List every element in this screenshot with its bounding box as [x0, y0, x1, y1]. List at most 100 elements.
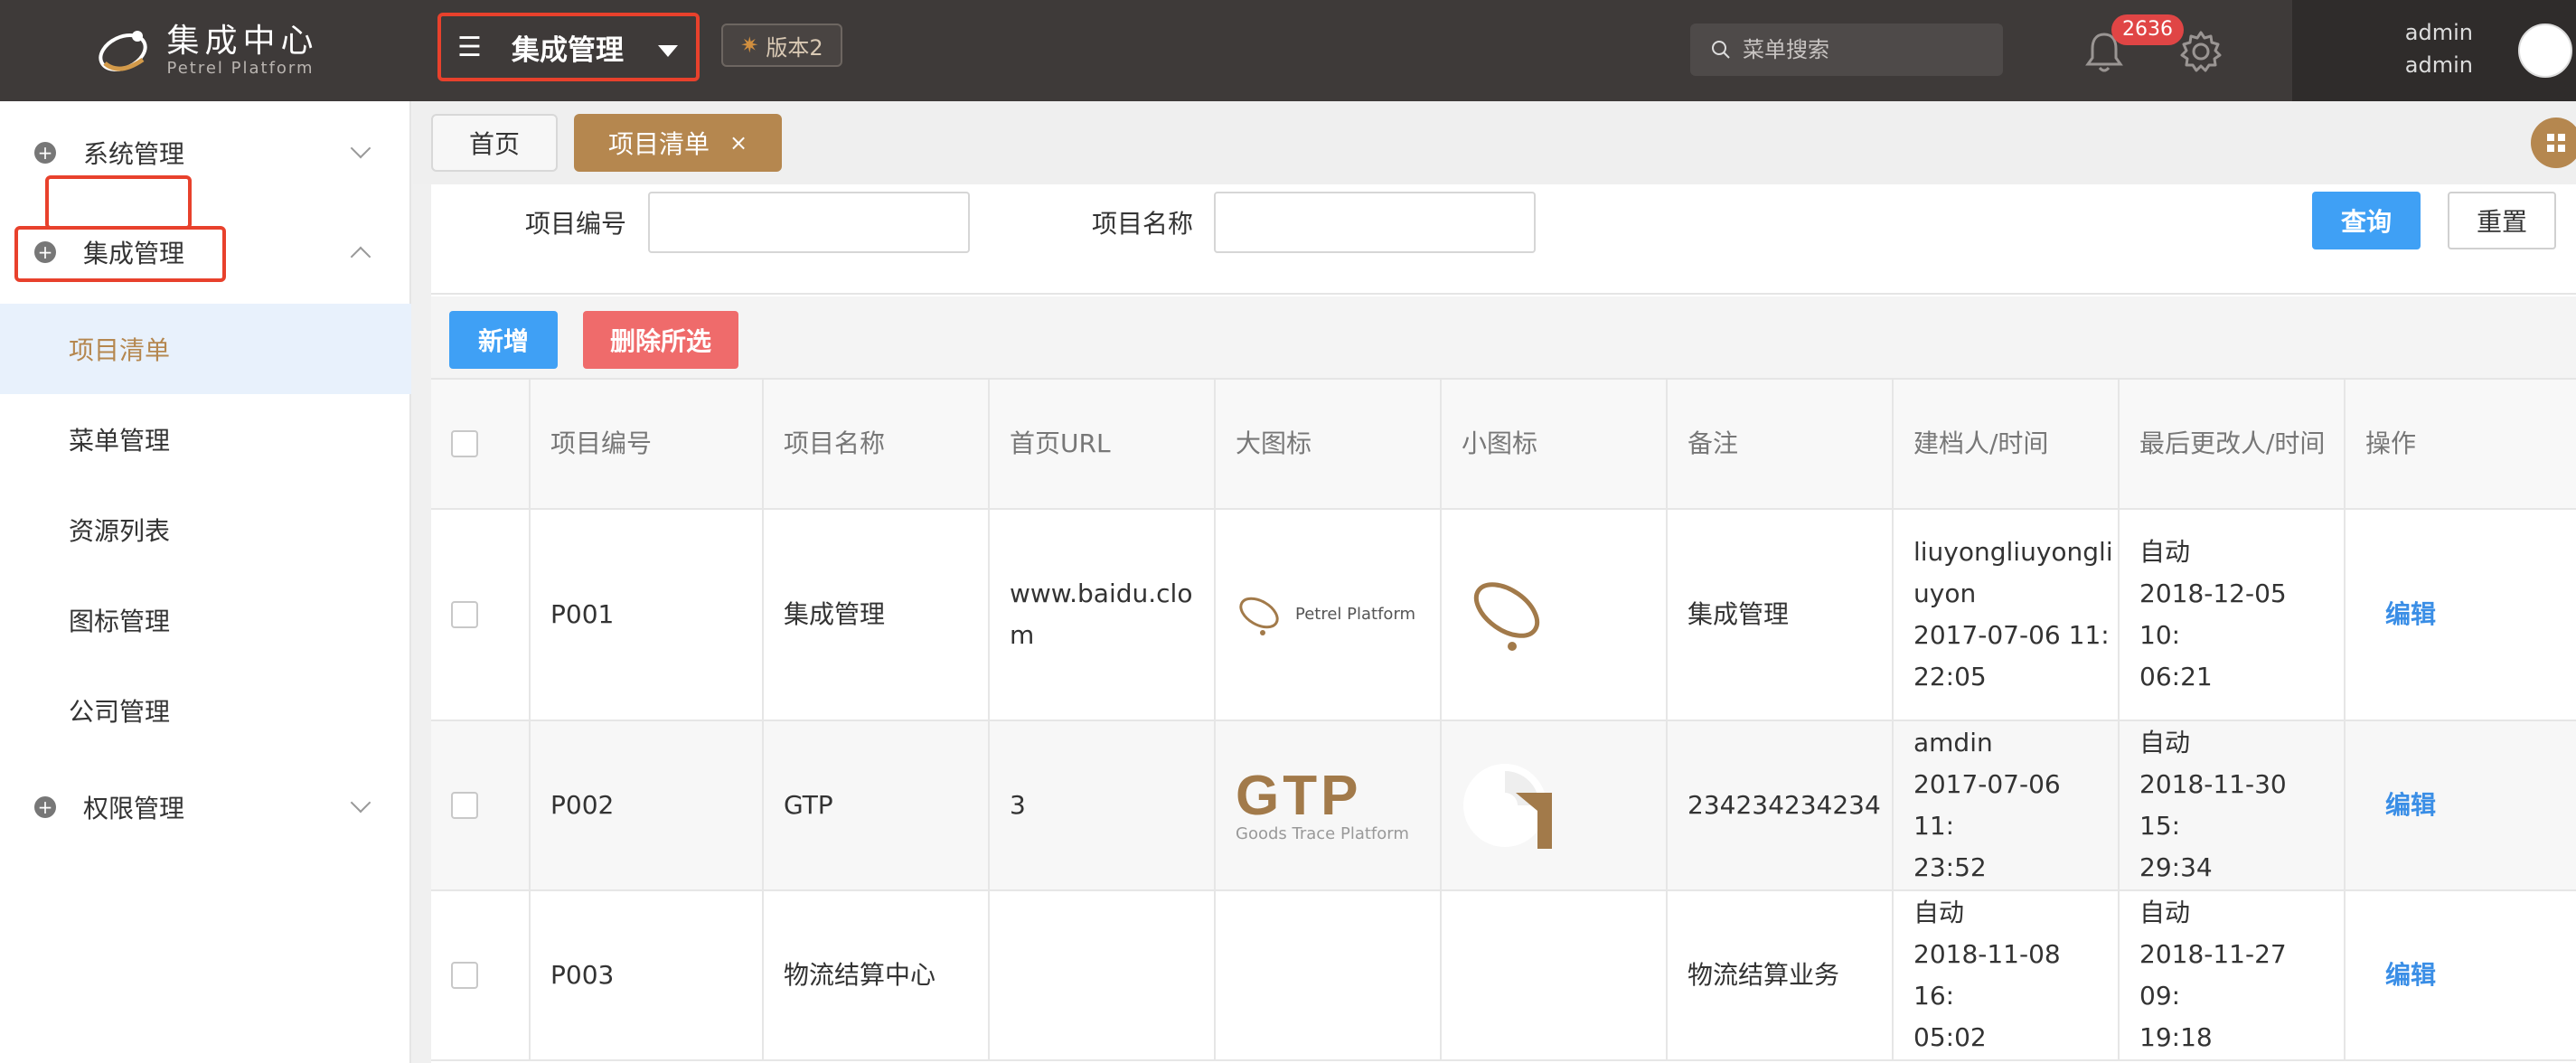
user-role: admin [2404, 52, 2473, 78]
cell-created: 自动 2018-11-08 16: 05:02 [1894, 891, 2120, 1059]
version-badge[interactable]: ✷ 版本2 [721, 24, 842, 67]
cell-url: www.baidu.clo m [990, 510, 1216, 720]
header-cell: 大图标 [1216, 380, 1442, 508]
avatar[interactable] [2518, 24, 2572, 78]
system-switcher[interactable]: ☰ 集成管理 [437, 13, 700, 81]
sidebar-item-menu[interactable]: 菜单管理 [0, 394, 411, 484]
header-cell: 小图标 [1442, 380, 1668, 508]
large-icon-subtext: Goods Trace Platform [1236, 824, 1409, 843]
gear-icon[interactable] [2178, 29, 2223, 74]
menu-list-icon: ☰ [457, 31, 482, 63]
cell-action: 编辑 [2346, 510, 2576, 720]
cell-small-icon [1442, 891, 1668, 1059]
edit-link[interactable]: 编辑 [2385, 594, 2436, 635]
cell-code: P002 [531, 721, 764, 889]
gtp-logo: GTP Goods Trace Platform [1236, 767, 1409, 843]
cell-url: 3 [990, 721, 1216, 889]
user-name: admin [2404, 20, 2473, 45]
cell-name: 集成管理 [764, 510, 990, 720]
sidebar-item-resources[interactable]: 资源列表 [0, 484, 411, 575]
large-icon-text: Petrel Platform [1295, 605, 1416, 624]
caret-down-icon [658, 45, 678, 57]
cell-name: GTP [764, 721, 990, 889]
close-icon[interactable]: × [729, 130, 747, 155]
tab-menu-button[interactable] [2531, 118, 2576, 168]
brand-title: 集成中心 [166, 23, 319, 60]
menu-search-input[interactable] [1743, 37, 1996, 62]
cell-action: 编辑 [2346, 721, 2576, 889]
table-row: P003 物流结算中心 物流结算业务 自动 2018-11-08 16: 05:… [431, 891, 2576, 1061]
chevron-up-icon [350, 246, 371, 268]
row-checkbox-cell [431, 891, 531, 1059]
grid-icon [2547, 134, 2565, 152]
header-cell: 项目名称 [764, 380, 990, 508]
row-checkbox[interactable] [451, 792, 478, 819]
current-system-name: 集成管理 [512, 33, 624, 67]
cell-note: 234234234234 [1668, 721, 1894, 889]
tab-home[interactable]: 首页 [431, 114, 558, 172]
star-icon: ✷ [740, 33, 759, 58]
table-toolbar: 新增 删除所选 [431, 296, 2576, 380]
notification-count-badge: 2636 [2111, 14, 2184, 45]
cell-small-icon [1442, 510, 1668, 720]
cell-note: 物流结算业务 [1668, 891, 1894, 1059]
cell-note: 集成管理 [1668, 510, 1894, 720]
cell-large-icon: Petrel Platform [1216, 510, 1442, 720]
tab-label: 项目清单 [607, 129, 710, 159]
plus-circle-icon: + [34, 796, 56, 818]
menu-search-box[interactable] [1690, 24, 2003, 76]
chevron-down-icon [350, 792, 371, 814]
reset-button[interactable]: 重置 [2448, 192, 2556, 249]
header-cell: 首页URL [990, 380, 1216, 508]
edit-link[interactable]: 编辑 [2385, 955, 2436, 996]
delete-selected-button[interactable]: 删除所选 [583, 311, 738, 369]
row-checkbox[interactable] [451, 962, 478, 989]
sidebar-item-label: 资源列表 [69, 516, 171, 546]
cell-large-icon [1216, 891, 1442, 1059]
sidebar-item-project-list[interactable]: 项目清单 [0, 304, 411, 394]
cell-created: liuyongliuyongli uyon 2017-07-06 11: 22:… [1894, 510, 2120, 720]
sidebar-group-permission[interactable]: + 权限管理 [0, 767, 411, 848]
main-content: 项目编号 项目名称 查询 重置 新增 删除所选 项目编号 项目名称 首页URL … [431, 184, 2576, 1063]
tab-project-list[interactable]: 项目清单 × [574, 114, 782, 172]
sidebar-item-icons[interactable]: 图标管理 [0, 575, 411, 665]
cell-code: P003 [531, 891, 764, 1059]
petrel-logo-icon [99, 31, 148, 71]
cell-action: 编辑 [2346, 891, 2576, 1059]
header-cell: 项目编号 [531, 380, 764, 508]
project-code-label: 项目编号 [525, 209, 627, 239]
header-cell: 建档人/时间 [1894, 380, 2120, 508]
brand-subtitle: Petrel Platform [166, 59, 315, 78]
sidebar-group-label: 系统管理 [83, 139, 185, 169]
select-all-checkbox[interactable] [451, 430, 478, 457]
project-name-input[interactable] [1214, 192, 1536, 253]
sidebar-group-label: 权限管理 [83, 794, 185, 823]
cell-name: 物流结算中心 [764, 891, 990, 1059]
annotation-highlight-box [45, 175, 192, 230]
add-button[interactable]: 新增 [449, 311, 558, 369]
project-code-input[interactable] [648, 192, 970, 253]
top-bar: 集成中心 Petrel Platform ☰ 集成管理 ✷ 版本2 2636 a… [0, 0, 2576, 101]
petrel-logo-icon [1239, 597, 1279, 635]
header-cell-checkbox [431, 380, 531, 508]
cell-created: amdin 2017-07-06 11: 23:52 [1894, 721, 2120, 889]
plus-circle-icon: + [34, 142, 56, 164]
cell-modified: 自动 2018-11-27 09: 19:18 [2120, 891, 2346, 1059]
cell-url [990, 891, 1216, 1059]
edit-link[interactable]: 编辑 [2385, 785, 2436, 826]
tab-label: 首页 [468, 129, 520, 159]
tab-strip: 首页 项目清单 × [413, 101, 2576, 184]
sidebar-item-label: 公司管理 [69, 697, 171, 727]
petrel-logo-icon [1473, 582, 1540, 651]
cell-modified: 自动 2018-11-30 15: 29:34 [2120, 721, 2346, 889]
header-cell: 备注 [1668, 380, 1894, 508]
cell-code: P001 [531, 510, 764, 720]
query-button[interactable]: 查询 [2312, 192, 2421, 249]
sidebar-item-company[interactable]: 公司管理 [0, 665, 411, 756]
brand-logo[interactable]: 集成中心 Petrel Platform [0, 0, 411, 101]
row-checkbox[interactable] [451, 601, 478, 628]
cell-large-icon: GTP Goods Trace Platform [1216, 721, 1442, 889]
large-icon-text: GTP [1236, 765, 1362, 827]
sidebar-item-label: 菜单管理 [69, 426, 171, 456]
chevron-down-icon [350, 137, 371, 159]
